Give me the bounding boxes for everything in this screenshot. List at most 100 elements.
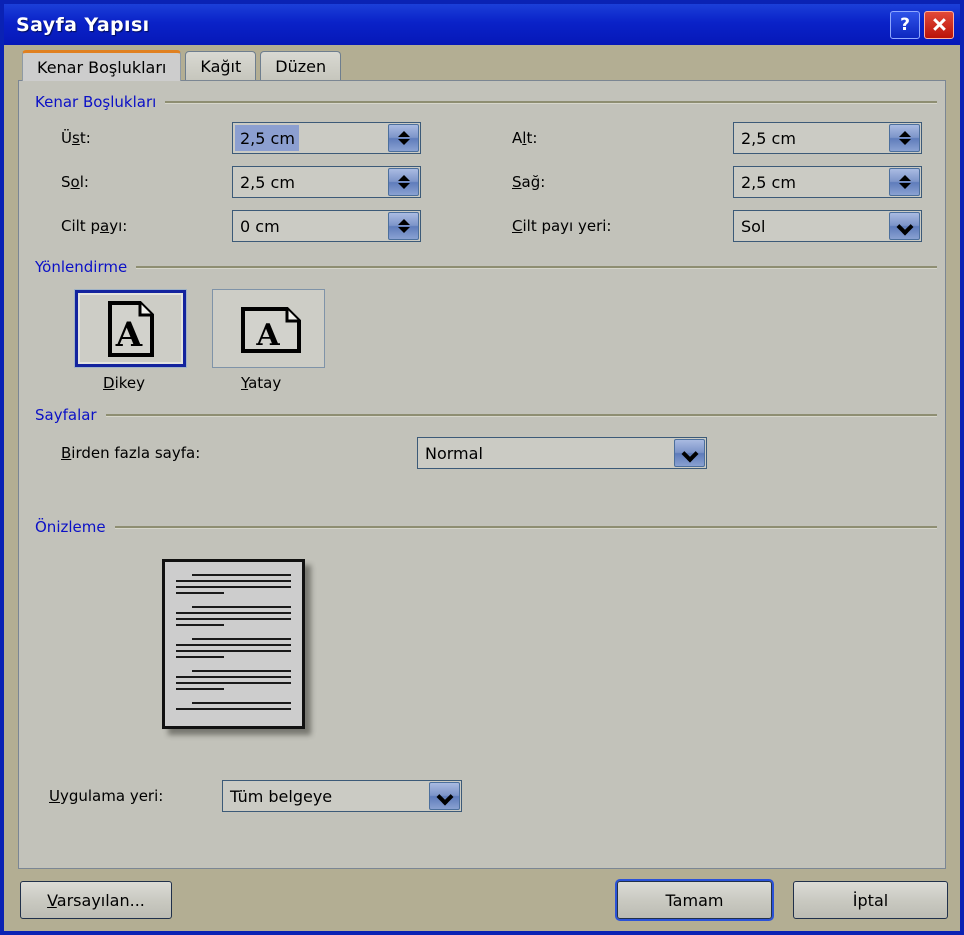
preview-paragraph-gap xyxy=(176,694,291,702)
label-multiple-pages: Birden fazla sayfa: xyxy=(61,444,201,462)
preview-text-line xyxy=(176,682,291,684)
multiple-pages-value[interactable]: Normal xyxy=(418,444,674,463)
gutter-position-value[interactable]: Sol xyxy=(734,217,889,236)
chevron-down-icon[interactable] xyxy=(898,220,911,233)
orientation-option-landscape[interactable]: A xyxy=(212,289,325,368)
preview-text-line xyxy=(176,676,291,678)
apply-to-dropdown[interactable]: Tüm belgeye xyxy=(222,780,462,812)
spinner-up-icon[interactable] xyxy=(898,131,911,137)
gutter-position-dropdown-button[interactable] xyxy=(889,212,920,240)
preview-text-line xyxy=(176,624,225,626)
right-margin-spin-buttons[interactable] xyxy=(889,168,920,196)
label-top-margin: Üst: xyxy=(61,129,91,147)
gutter-value[interactable]: 0 cm xyxy=(233,217,388,236)
multiple-pages-dropdown-button[interactable] xyxy=(674,439,705,467)
spinner-up-icon[interactable] xyxy=(898,175,911,181)
preview-text-line xyxy=(176,688,225,690)
preview-text-line xyxy=(192,606,291,608)
page-setup-dialog: Sayfa Yapısı ? Kenar Boşlukları Kağıt Dü… xyxy=(0,0,964,935)
orientation-label-portrait: Dikey xyxy=(103,374,145,392)
spinner-up-icon[interactable] xyxy=(397,219,410,225)
bottom-margin-value[interactable]: 2,5 cm xyxy=(734,129,889,148)
top-margin-value[interactable]: 2,5 cm xyxy=(235,125,299,151)
orientation-label-landscape: Yatay xyxy=(241,374,282,392)
margins-group-header: Kenar Boşlukları xyxy=(35,93,937,111)
spinner-down-icon[interactable] xyxy=(898,139,911,145)
default-button[interactable]: Varsayılan... xyxy=(20,881,172,919)
cancel-button[interactable]: İptal xyxy=(793,881,948,919)
group-separator-line xyxy=(136,265,937,269)
tab-kagit[interactable]: Kağıt xyxy=(185,51,257,80)
preview-text-line xyxy=(176,708,291,710)
spinner-up-icon[interactable] xyxy=(397,131,410,137)
svg-text:A: A xyxy=(114,315,142,355)
pages-group-title: Sayfalar xyxy=(35,406,97,424)
tab-strip: Kenar Boşlukları Kağıt Düzen xyxy=(4,45,960,81)
preview-text-line xyxy=(176,580,291,582)
bottom-margin-spinner[interactable]: 2,5 cm xyxy=(733,122,922,154)
label-gutter: Cilt payı: xyxy=(61,217,128,235)
tab-content-panel: Kenar Boşlukları Üst: Sol: Cilt payı: 2,… xyxy=(18,80,946,869)
svg-text:A: A xyxy=(255,318,280,353)
left-margin-value[interactable]: 2,5 cm xyxy=(233,173,388,192)
preview-paragraph-gap xyxy=(176,598,291,606)
preview-paragraph-gap xyxy=(176,630,291,638)
gutter-position-dropdown[interactable]: Sol xyxy=(733,210,922,242)
preview-text-line xyxy=(192,670,291,672)
group-separator-line xyxy=(114,525,937,529)
gutter-spin-buttons[interactable] xyxy=(388,212,419,240)
top-margin-spin-buttons[interactable] xyxy=(388,124,419,152)
spinner-up-icon[interactable] xyxy=(397,175,410,181)
close-button[interactable] xyxy=(924,10,954,39)
spinner-down-icon[interactable] xyxy=(397,183,410,189)
ok-button[interactable]: Tamam xyxy=(617,881,772,919)
right-margin-spinner[interactable]: 2,5 cm xyxy=(733,166,922,198)
right-margin-value[interactable]: 2,5 cm xyxy=(734,173,889,192)
dialog-footer: Varsayılan... Tamam İptal xyxy=(4,869,960,931)
apply-to-dropdown-button[interactable] xyxy=(429,782,460,810)
pages-group-header: Sayfalar xyxy=(35,406,937,424)
bottom-margin-spin-buttons[interactable] xyxy=(889,124,920,152)
label-left-margin: Sol: xyxy=(61,173,89,191)
page-landscape-icon: A xyxy=(240,306,301,353)
spinner-down-icon[interactable] xyxy=(898,183,911,189)
preview-text-line xyxy=(176,618,291,620)
margins-group-title: Kenar Boşlukları xyxy=(35,93,157,111)
top-margin-spinner[interactable]: 2,5 cm xyxy=(232,122,421,154)
preview-paragraph-gap xyxy=(176,662,291,670)
tab-duzen[interactable]: Düzen xyxy=(260,51,342,80)
tab-kenar-bosluklari[interactable]: Kenar Boşlukları xyxy=(22,50,182,81)
cancel-button-label: İptal xyxy=(852,890,889,910)
left-margin-spin-buttons[interactable] xyxy=(388,168,419,196)
tab-label: Düzen xyxy=(275,56,327,76)
spinner-down-icon[interactable] xyxy=(397,227,410,233)
close-icon xyxy=(932,17,947,32)
spinner-down-icon[interactable] xyxy=(397,139,410,145)
preview-text-line xyxy=(192,574,291,576)
preview-group-header: Önizleme xyxy=(35,518,937,536)
label-bottom-margin: Alt: xyxy=(512,129,538,147)
preview-text-line xyxy=(176,586,291,588)
chevron-down-icon[interactable] xyxy=(683,447,696,460)
help-button[interactable]: ? xyxy=(890,10,920,39)
preview-area xyxy=(162,559,312,737)
label-right-margin: Sağ: xyxy=(512,173,546,191)
tab-label: Kenar Boşlukları xyxy=(37,57,167,77)
page-portrait-icon: A xyxy=(107,300,155,358)
chevron-down-icon[interactable] xyxy=(438,790,451,803)
preview-text-line xyxy=(176,650,291,652)
left-margin-spinner[interactable]: 2,5 cm xyxy=(232,166,421,198)
multiple-pages-dropdown[interactable]: Normal xyxy=(417,437,707,469)
gutter-spinner[interactable]: 0 cm xyxy=(232,210,421,242)
apply-to-value[interactable]: Tüm belgeye xyxy=(223,787,429,806)
preview-text-line xyxy=(176,644,291,646)
default-button-label: Varsayılan... xyxy=(47,890,145,910)
preview-text-line xyxy=(176,612,291,614)
preview-text-line xyxy=(192,702,291,704)
dialog-title: Sayfa Yapısı xyxy=(16,13,150,36)
orientation-option-portrait[interactable]: A xyxy=(74,289,187,368)
orientation-group-title: Yönlendirme xyxy=(35,258,128,276)
group-separator-line xyxy=(105,413,937,417)
tab-label: Kağıt xyxy=(200,56,242,76)
title-bar: Sayfa Yapısı ? xyxy=(4,4,960,45)
